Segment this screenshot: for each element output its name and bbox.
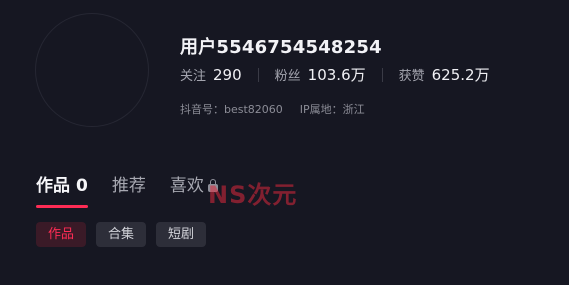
stat-followers[interactable]: 粉丝 103.6万 [275, 64, 366, 85]
filter-short-dramas[interactable]: 短剧 [156, 222, 207, 247]
stat-divider [257, 67, 259, 82]
filter-works[interactable]: 作品 [36, 222, 87, 247]
content-filters: 作品 合集 短剧 [36, 222, 207, 247]
tab-works-count: 0 [76, 176, 88, 196]
stat-followers-label: 粉丝 [274, 69, 301, 84]
douyin-id: 抖音号：best82060 [180, 103, 283, 116]
profile-meta: 抖音号：best82060 IP属地：浙江 [180, 101, 365, 117]
tab-recommended-label: 推荐 [111, 176, 146, 196]
tab-works[interactable]: 作品 0 [36, 171, 88, 208]
stat-following-value: 290 [213, 66, 242, 84]
stat-likes: 获赞 625.2万 [399, 64, 490, 85]
stat-likes-value: 625.2万 [431, 66, 490, 84]
stat-divider [381, 67, 383, 82]
ip-location: IP属地：浙江 [299, 103, 365, 116]
profile-stats: 关注 290 粉丝 103.6万 获赞 625.2万 [180, 64, 490, 85]
profile-tabs: 作品 0 推荐 喜欢 [36, 171, 218, 208]
tab-works-label: 作品 [36, 176, 70, 196]
watermark: NS次元 [208, 181, 298, 209]
stat-following[interactable]: 关注 290 [180, 65, 242, 84]
stat-followers-value: 103.6万 [307, 66, 366, 84]
filter-collections[interactable]: 合集 [96, 222, 147, 247]
tab-likes-label: 喜欢 [169, 176, 204, 196]
tab-recommended[interactable]: 推荐 [112, 171, 146, 208]
avatar[interactable] [35, 13, 149, 127]
stat-likes-label: 获赞 [398, 69, 425, 84]
profile-username: 用户5546754548254 [180, 37, 382, 58]
stat-following-label: 关注 [180, 69, 207, 84]
